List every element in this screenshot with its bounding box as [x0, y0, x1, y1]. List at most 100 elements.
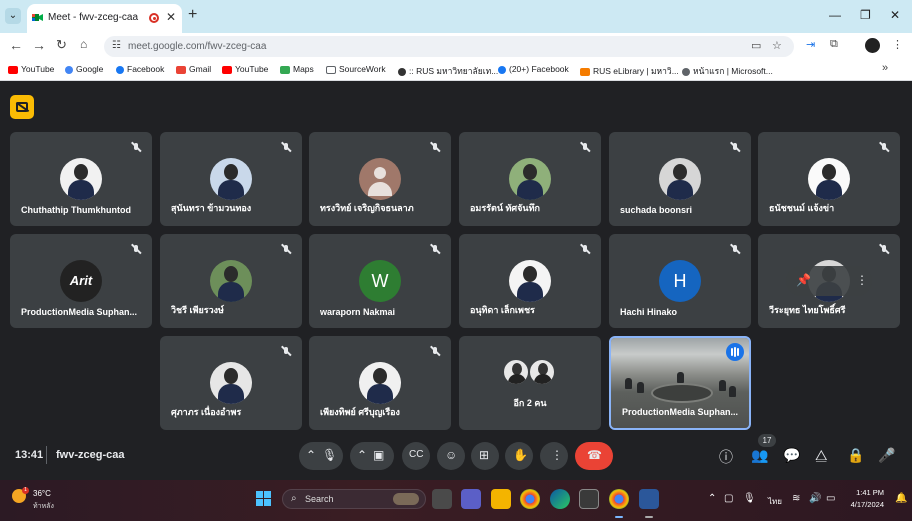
participant-tile[interactable]: Arit ProductionMedia Suphan...: [10, 234, 152, 328]
bookmark-item[interactable]: YouTube: [8, 64, 54, 74]
windows-taskbar: 1 36°C ท้าหลัง ⌕ Search ⌃ ▢ 🎙 ไทย ≋ 🔊 ▭ …: [0, 480, 912, 521]
participant-tile[interactable]: อมรรัตน์ ทัศจันทึก: [459, 132, 601, 226]
bookmark-item[interactable]: Gmail: [176, 64, 211, 74]
more-options-button[interactable]: ⋮: [540, 442, 568, 470]
store-icon[interactable]: [579, 489, 599, 509]
file-explorer-icon[interactable]: [491, 489, 511, 509]
participant-tile[interactable]: Chuthathip Thumkhuntod: [10, 132, 152, 226]
address-bar[interactable]: ☷ meet.google.com/fwv-zceg-caa ▭ ☆: [104, 36, 794, 57]
captions-button[interactable]: CC: [402, 442, 430, 470]
participant-name: ทรงวิทย์ เจริญกิจธนลาภ: [320, 203, 414, 213]
home-icon[interactable]: ⌂: [80, 37, 87, 51]
bookmark-item[interactable]: Facebook: [116, 64, 164, 74]
tray-app-icon[interactable]: ▢: [724, 493, 733, 504]
people-icon[interactable]: 👥: [751, 447, 768, 464]
tray-time[interactable]: 1:41 PM: [848, 488, 884, 497]
notification-bell-icon[interactable]: 🔔: [895, 493, 907, 504]
forward-icon[interactable]: →: [32, 37, 46, 53]
tab-meet[interactable]: Meet - fwv-zceg-caa ✕: [27, 4, 182, 33]
participant-name: ProductionMedia Suphan...: [21, 307, 138, 317]
participant-tile[interactable]: สุนันทรา ข้ามวนทอง: [160, 132, 302, 226]
chrome-icon[interactable]: [520, 489, 540, 509]
profile-avatar[interactable]: [865, 38, 880, 53]
bookmark-item[interactable]: :: RUS มหาวิทยาลัยเท...: [398, 64, 498, 78]
bookmark-item[interactable]: Maps: [280, 64, 314, 74]
menu-icon[interactable]: ⋮: [892, 38, 903, 51]
present-button[interactable]: ⊞: [471, 442, 499, 470]
weather-temperature[interactable]: 36°C: [33, 489, 51, 498]
volume-icon[interactable]: 🔊: [809, 493, 821, 504]
start-button[interactable]: [256, 491, 271, 506]
chevron-up-icon[interactable]: ⌃: [306, 448, 316, 462]
camera-control[interactable]: ⌃ ▣: [350, 442, 394, 470]
bookmark-item[interactable]: RUS eLibrary | มหาวิ...: [580, 64, 679, 78]
participant-name: Chuthathip Thumkhuntod: [21, 205, 131, 215]
camera-icon[interactable]: ▣: [373, 448, 384, 462]
end-call-button[interactable]: ☎: [575, 442, 613, 470]
mic-off-icon: [878, 142, 890, 154]
tab-search-button[interactable]: ⌄: [5, 8, 21, 24]
meeting-info-button[interactable]: [10, 95, 34, 119]
participant-tile[interactable]: 📌 ⋮ วีระยุทธ ไทยโพธิ์ศรี: [758, 234, 900, 328]
taskbar-search[interactable]: ⌕ Search: [282, 489, 426, 509]
facebook-icon: [498, 65, 506, 74]
participant-tile[interactable]: ธนัชชนม์ แจ้งข่า: [758, 132, 900, 226]
new-tab-button[interactable]: +: [188, 6, 197, 24]
chevron-up-icon[interactable]: ⌃: [357, 448, 367, 462]
chrome-profile-icon[interactable]: [609, 489, 629, 509]
participant-tile[interactable]: H Hachi Hinako: [609, 234, 751, 328]
reactions-button[interactable]: ☺: [437, 442, 465, 470]
mic-off-icon: [280, 346, 292, 358]
mic-control[interactable]: ⌃ 🎙: [299, 442, 343, 470]
participant-tile[interactable]: suchada boonsri: [609, 132, 751, 226]
microphone-icon[interactable]: 🎙: [322, 448, 337, 462]
word-icon[interactable]: [639, 489, 659, 509]
activities-icon[interactable]: ⧋: [815, 447, 828, 464]
language-indicator[interactable]: ไทย: [768, 495, 782, 508]
restore-icon[interactable]: ❐: [860, 8, 871, 22]
tab-close-icon[interactable]: ✕: [166, 10, 176, 24]
bookmark-item[interactable]: Google: [65, 64, 103, 74]
bookmark-item[interactable]: YouTube: [222, 64, 268, 74]
battery-icon[interactable]: ▭: [826, 493, 835, 504]
chat-icon[interactable]: 💬: [783, 447, 800, 464]
cast-icon[interactable]: ▭: [751, 39, 761, 52]
participant-tile[interactable]: เพียงทิพย์ ศรีบุญเรือง: [309, 336, 451, 430]
participant-tile[interactable]: ทรงวิทย์ เจริญกิจธนลาภ: [309, 132, 451, 226]
task-view-icon[interactable]: [432, 489, 452, 509]
room-person: [677, 372, 684, 383]
wifi-icon[interactable]: ≋: [792, 493, 800, 504]
others-tile[interactable]: อีก 2 คน: [459, 336, 601, 430]
avatar: [509, 158, 551, 200]
participant-name: อนุทิดา เล็กเพชร: [470, 305, 535, 315]
info-icon[interactable]: ⓘ: [719, 447, 733, 467]
reload-icon[interactable]: ↻: [56, 37, 67, 53]
bookmark-item[interactable]: SourceWork: [326, 64, 386, 74]
video-tile[interactable]: ProductionMedia Suphan...: [609, 336, 751, 430]
companion-mic-icon[interactable]: 🎤: [878, 447, 895, 464]
more-options-icon[interactable]: ⋮: [856, 273, 868, 287]
minimize-icon[interactable]: —: [829, 8, 841, 22]
host-controls-icon[interactable]: 🔒: [847, 447, 864, 464]
bookmark-item[interactable]: หน้าแรก | Microsoft...: [682, 64, 773, 78]
back-icon[interactable]: ←: [9, 37, 23, 53]
participant-tile[interactable]: วิชรี เพียรวงษ์: [160, 234, 302, 328]
participant-tile[interactable]: อนุทิดา เล็กเพชร: [459, 234, 601, 328]
site-info-icon[interactable]: ☷: [112, 40, 121, 51]
bookmark-star-icon[interactable]: ☆: [772, 39, 782, 52]
edge-icon[interactable]: [550, 489, 570, 509]
participant-tile[interactable]: ศุภาภร เนื่องอำพร: [160, 336, 302, 430]
bookmarks-overflow-icon[interactable]: »: [882, 62, 888, 74]
bookmark-item[interactable]: (20+) Facebook: [498, 64, 569, 74]
participant-tile[interactable]: W waraporn Nakmai: [309, 234, 451, 328]
tray-chevron-icon[interactable]: ⌃: [708, 493, 716, 504]
pin-icon[interactable]: 📌: [796, 273, 811, 287]
teams-icon[interactable]: [461, 489, 481, 509]
raise-hand-button[interactable]: ✋: [505, 442, 533, 470]
tab-title: Meet - fwv-zceg-caa: [48, 12, 139, 23]
extensions-icon[interactable]: ⧉: [830, 38, 838, 51]
tray-date[interactable]: 4/17/2024: [842, 500, 884, 509]
close-window-icon[interactable]: ✕: [890, 8, 900, 22]
sync-icon[interactable]: ⇥: [806, 38, 815, 51]
tray-mic-icon[interactable]: 🎙: [743, 493, 756, 504]
